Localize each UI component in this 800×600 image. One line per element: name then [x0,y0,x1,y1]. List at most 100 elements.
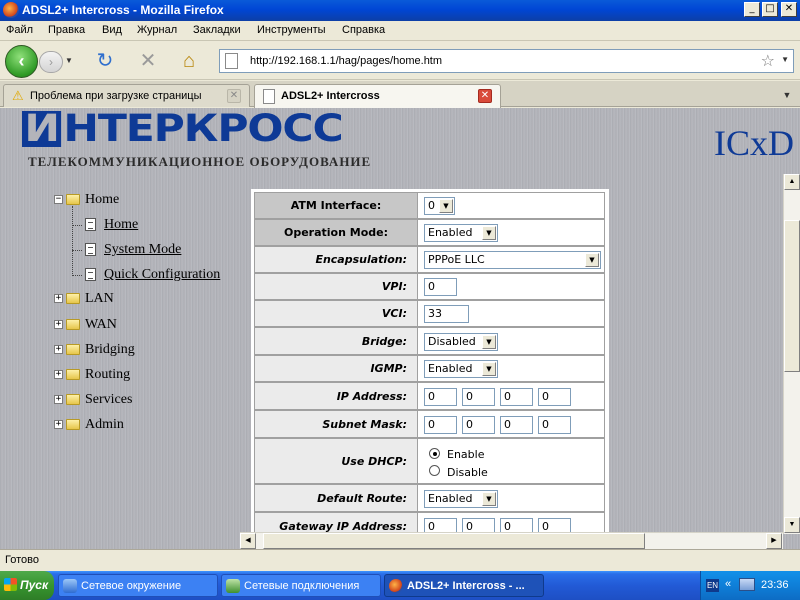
address-bar[interactable]: http://192.168.1.1/hag/pages/home.htm ☆ … [219,49,794,73]
scroll-thumb-horizontal[interactable] [263,533,645,549]
tree-item-services[interactable]: Services [85,392,132,408]
tree-item-home-folder[interactable]: Home [85,192,119,208]
scroll-right-icon[interactable]: ▶ [766,533,782,549]
igmp-select[interactable]: Enabled ▼ [424,360,498,378]
tab-close-icon[interactable]: ✕ [478,89,492,103]
menu-bookmarks[interactable]: Закладки [193,24,241,36]
tree-item-routing[interactable]: Routing [85,367,130,383]
label-vci: VCI: [255,301,418,326]
window-titlebar: ADSL2+ Intercross - Mozilla Firefox _ □ … [0,0,800,21]
bookmark-star-icon[interactable]: ☆ [761,51,775,71]
menu-view[interactable]: Вид [102,24,122,36]
folder-icon [66,319,80,330]
reload-button[interactable]: ↻ [92,49,118,75]
page-icon [225,53,238,69]
operation-mode-select[interactable]: Enabled ▼ [424,224,498,242]
language-indicator[interactable]: EN [706,579,719,592]
tree-expand-icon[interactable]: + [54,420,63,429]
tree-expand-icon[interactable]: + [54,345,63,354]
clock: 23:36 [761,579,789,591]
atm-interface-select[interactable]: 0 ▼ [424,197,455,215]
horizontal-scrollbar[interactable]: ◀ ▶ [240,532,783,549]
tray-expand-icon[interactable]: « [725,578,731,590]
encapsulation-select[interactable]: PPPoE LLC ▼ [424,251,601,269]
folder-icon [66,194,80,205]
tree-expand-icon[interactable]: + [54,320,63,329]
network-places-icon [63,579,77,593]
network-tray-icon[interactable] [739,578,755,591]
document-icon [85,243,96,256]
tree-item-admin[interactable]: Admin [85,417,124,433]
menu-help[interactable]: Справка [342,24,385,36]
dhcp-disable-radio[interactable] [429,465,440,476]
label-ip-address: IP Address: [255,383,418,409]
tab-close-icon[interactable]: ✕ [227,89,241,103]
label-operation-mode: Operation Mode: [255,220,418,245]
vertical-scrollbar[interactable]: ▲ ▼ [783,174,800,534]
stop-button[interactable]: ✕ [135,49,161,75]
maximize-button[interactable]: □ [762,2,778,17]
label-default-route: Default Route: [255,485,418,511]
bridge-select[interactable]: Disabled ▼ [424,333,498,351]
home-button[interactable]: ⌂ [176,49,202,75]
scroll-down-icon[interactable]: ▼ [784,517,800,533]
menu-edit[interactable]: Правка [48,24,85,36]
tree-item-lan[interactable]: LAN [85,291,114,307]
row-vci: VCI: 33 [254,300,605,327]
window-title: ADSL2+ Intercross - Mozilla Firefox [22,3,224,17]
mask-octet-1[interactable]: 0 [424,416,457,434]
mask-octet-3[interactable]: 0 [500,416,533,434]
tree-link-system-mode[interactable]: System Mode [104,242,181,258]
tab-load-error[interactable]: ⚠ Проблема при загрузке страницы ✕ [3,84,250,107]
mask-octet-2[interactable]: 0 [462,416,495,434]
tree-link-home[interactable]: Home [104,217,138,233]
tab-adsl-intercross[interactable]: ADSL2+ Intercross ✕ [254,84,501,108]
forward-button[interactable]: › [39,51,63,73]
menu-tools[interactable]: Инструменты [257,24,326,36]
tree-item-wan[interactable]: WAN [85,317,117,333]
dhcp-disable-label: Disable [447,466,488,479]
vci-input[interactable]: 33 [424,305,469,323]
dropdown-arrow-icon: ▼ [482,362,496,376]
url-dropdown-icon[interactable]: ▼ [781,55,789,64]
label-subnet-mask: Subnet Mask: [255,411,418,437]
document-icon [85,268,96,281]
scroll-thumb[interactable] [784,220,800,372]
folder-icon [66,293,80,304]
tree-link-quick-configuration[interactable]: Quick Configuration [104,267,220,283]
ip-octet-4[interactable]: 0 [538,388,571,406]
url-text[interactable]: http://192.168.1.1/hag/pages/home.htm [250,55,442,67]
vpi-input[interactable]: 0 [424,278,457,296]
tree-expand-icon[interactable]: + [54,370,63,379]
ip-octet-2[interactable]: 0 [462,388,495,406]
mask-octet-4[interactable]: 0 [538,416,571,434]
tree-collapse-icon[interactable]: − [54,195,63,204]
ip-octet-3[interactable]: 0 [500,388,533,406]
minimize-button[interactable]: _ [744,2,760,17]
task-network-places[interactable]: Сетевое окружение [58,574,218,597]
row-use-dhcp: Use DHCP: Enable Disable [254,438,605,484]
history-dropdown-icon[interactable]: ▼ [65,56,73,65]
close-button[interactable]: ✕ [781,2,797,17]
label-atm-interface: ATM Interface: [255,193,418,218]
tab-list-icon[interactable]: ▼ [778,86,796,104]
ip-octet-1[interactable]: 0 [424,388,457,406]
back-button[interactable]: ‹ [5,45,38,78]
task-firefox[interactable]: ADSL2+ Intercross - ... [384,574,544,597]
start-button[interactable]: Пуск [0,571,54,600]
dropdown-arrow-icon: ▼ [482,335,496,349]
menu-file[interactable]: Файл [6,24,33,36]
task-network-connections[interactable]: Сетевые подключения [221,574,381,597]
default-route-select[interactable]: Enabled ▼ [424,490,498,508]
tree-item-bridging[interactable]: Bridging [85,342,135,358]
menu-history[interactable]: Журнал [137,24,177,36]
tree-expand-icon[interactable]: + [54,294,63,303]
label-bridge: Bridge: [255,328,418,354]
scroll-up-icon[interactable]: ▲ [784,174,800,190]
scroll-left-icon[interactable]: ◀ [240,533,256,549]
row-vpi: VPI: 0 [254,273,605,300]
row-ip-address: IP Address: 0 0 0 0 [254,382,605,410]
dhcp-enable-radio[interactable] [429,448,440,459]
tree-expand-icon[interactable]: + [54,395,63,404]
tab-label: Проблема при загрузке страницы [30,90,202,102]
